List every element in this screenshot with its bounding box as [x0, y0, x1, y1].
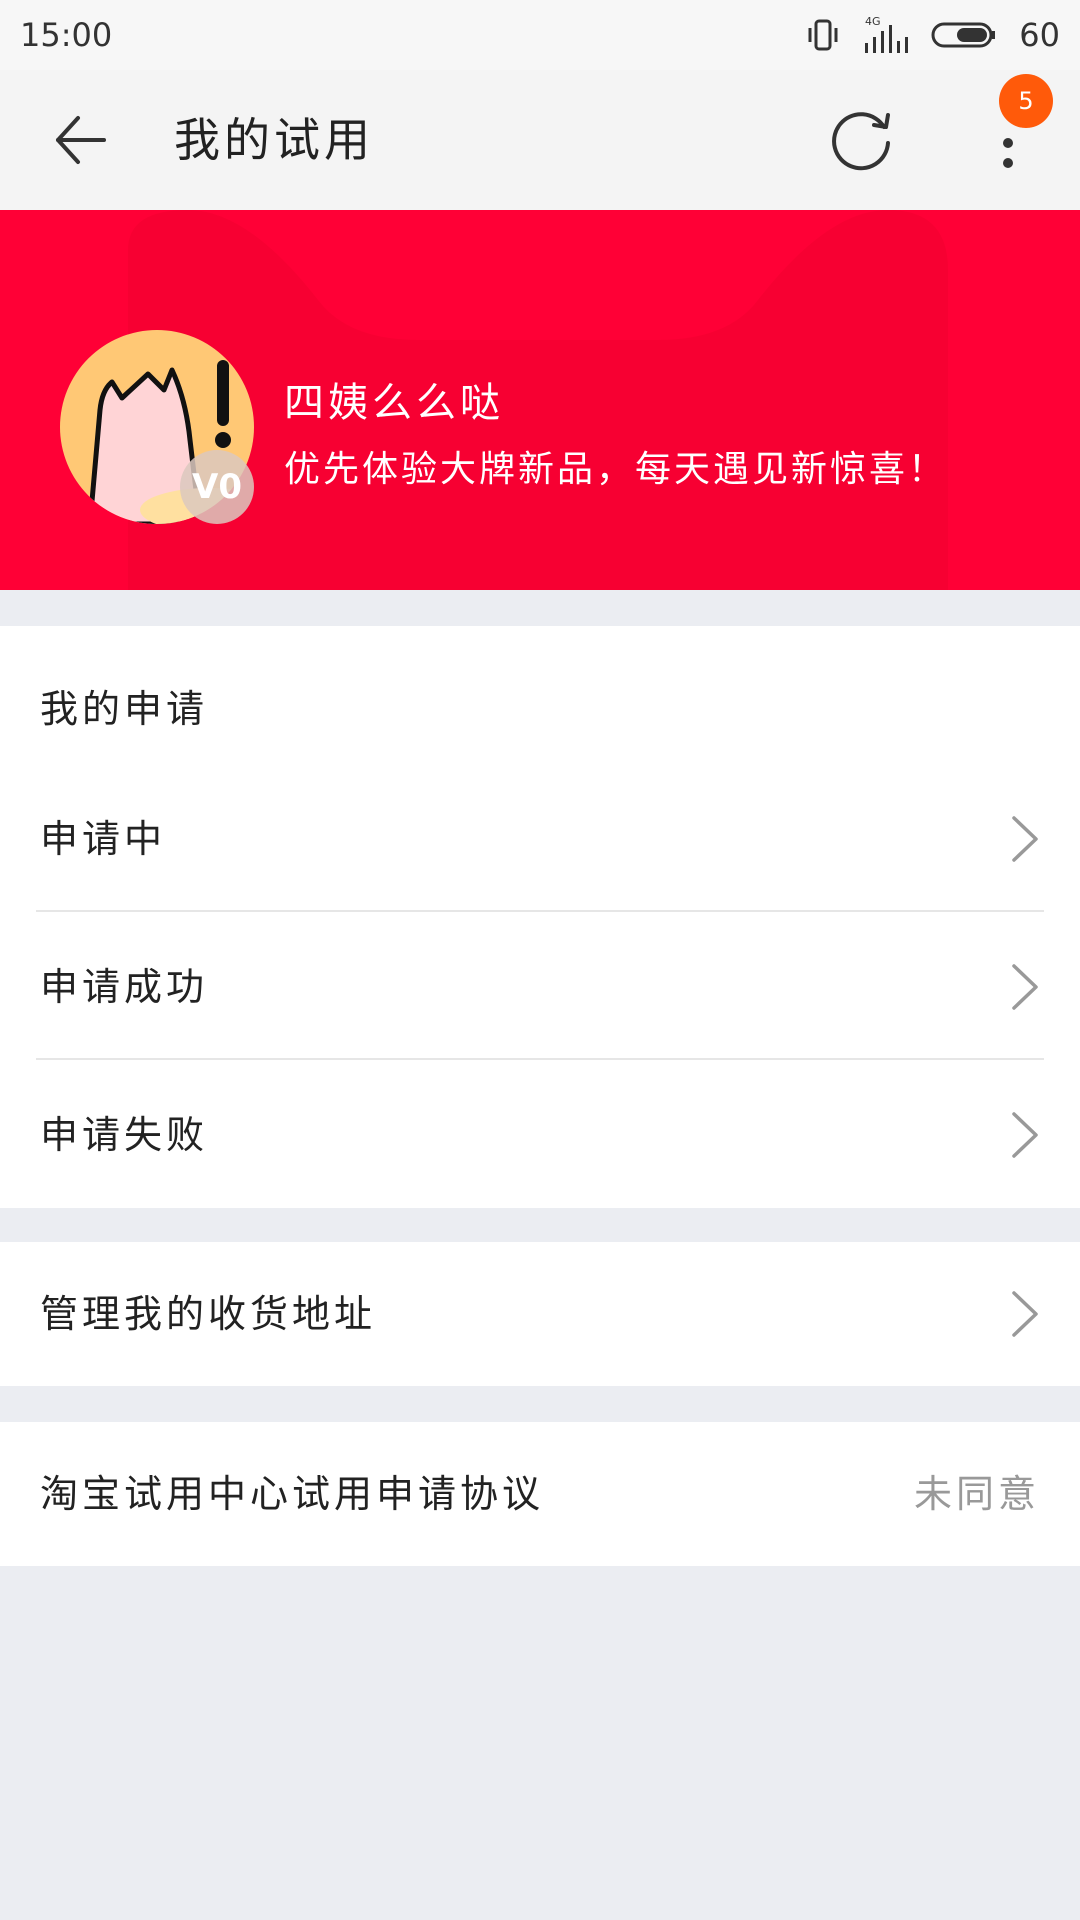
status-time: 15:00: [20, 16, 113, 54]
page-title: 我的试用: [174, 113, 374, 167]
app-header: 我的试用 5: [0, 70, 1080, 210]
address-section: 管理我的收货地址: [0, 1242, 1080, 1386]
status-bar: 15:00 4G 60: [0, 0, 1080, 70]
row-label: 管理我的收货地址: [40, 1292, 377, 1336]
arrow-left-icon: [56, 116, 106, 164]
level-badge: V0: [180, 450, 254, 524]
agreement-status: 未同意: [913, 1472, 1040, 1516]
row-label: 申请成功: [40, 965, 209, 1009]
battery-icon: [931, 22, 996, 48]
refresh-icon: [832, 112, 890, 171]
vibrate-icon: [808, 19, 838, 51]
applications-section: 我的申请 申请中 申请成功 申请失败: [0, 626, 1080, 1208]
back-button[interactable]: [52, 110, 112, 170]
manage-address-row[interactable]: 管理我的收货地址: [0, 1242, 1080, 1386]
chevron-right-icon: [1012, 816, 1038, 862]
applying-row[interactable]: 申请中: [0, 766, 1080, 912]
chevron-right-icon: [1012, 1291, 1038, 1337]
user-name: 四姨么么哒: [284, 380, 504, 426]
row-label: 淘宝试用中心试用申请协议: [40, 1472, 545, 1516]
chevron-right-icon: [1012, 964, 1038, 1010]
status-icons: 4G 60: [805, 15, 1060, 55]
banner-decor-shape: [128, 210, 948, 590]
profile-banner: V0 四姨么么哒 优先体验大牌新品，每天遇见新惊喜！: [0, 210, 1080, 590]
user-slogan: 优先体验大牌新品，每天遇见新惊喜！: [284, 449, 948, 490]
notification-badge[interactable]: 5: [999, 74, 1053, 128]
apply-failed-row[interactable]: 申请失败: [0, 1062, 1080, 1208]
divider: [36, 1058, 1044, 1060]
agreement-row[interactable]: 淘宝试用中心试用申请协议 未同意: [0, 1422, 1080, 1566]
refresh-button[interactable]: [830, 107, 896, 173]
row-label: 申请失败: [40, 1113, 209, 1157]
apply-success-row[interactable]: 申请成功: [0, 914, 1080, 1060]
agreement-section: 淘宝试用中心试用申请协议 未同意: [0, 1422, 1080, 1566]
signal-icon: 4G: [865, 15, 909, 53]
divider: [36, 910, 1044, 912]
network-type: 4G: [865, 15, 881, 28]
chevron-right-icon: [1012, 1112, 1038, 1158]
battery-level: 60: [1019, 16, 1060, 54]
row-label: 申请中: [40, 817, 167, 861]
applications-header: 我的申请: [40, 687, 209, 731]
